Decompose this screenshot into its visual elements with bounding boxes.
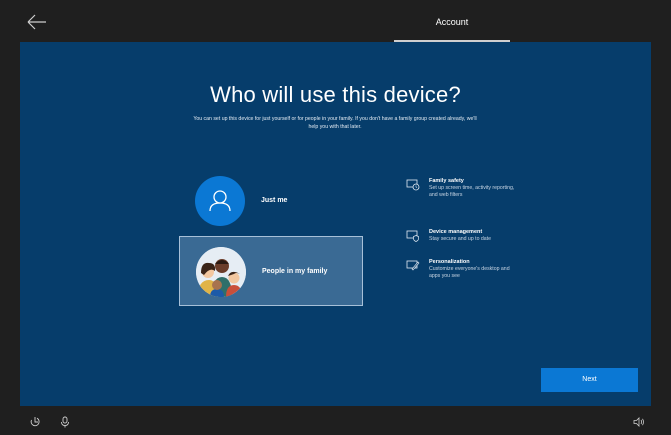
just-me-label: Just me (261, 197, 288, 204)
feature-title: Device management (429, 229, 483, 235)
next-button[interactable]: Next (541, 368, 638, 392)
just-me-option[interactable]: Just me (179, 166, 363, 236)
feature-title: Personalization (429, 259, 470, 265)
step-title: Account (435, 17, 469, 27)
back-arrow-icon (27, 14, 46, 30)
people-in-my-family-label: People in my family (262, 268, 328, 275)
person-icon (195, 176, 245, 226)
family-illustration (196, 247, 246, 297)
back-button[interactable] (26, 12, 48, 32)
top-bar: Account (0, 0, 671, 42)
bottom-bar (0, 406, 671, 435)
accessibility-icon[interactable] (29, 415, 41, 427)
page-title: Who will use this device? (210, 82, 461, 107)
feature-description: Stay secure and up to date (429, 236, 492, 242)
main-panel: Who will use this device? You can set up… (20, 42, 651, 406)
feature-description: Customize everyone's desktop and apps yo… (429, 266, 510, 279)
shield-screen-icon (406, 230, 419, 242)
pen-screen-icon (406, 260, 420, 271)
feature-title: Family safety (429, 178, 464, 184)
people-in-my-family-option[interactable]: People in my family (179, 236, 363, 306)
clock-screen-icon (406, 179, 420, 191)
microphone-icon[interactable] (59, 415, 71, 428)
feature-description: Set up screen time, activity reporting, … (429, 185, 515, 198)
page-description: You can set up this device for just your… (193, 116, 477, 130)
speaker-icon[interactable] (633, 415, 645, 427)
